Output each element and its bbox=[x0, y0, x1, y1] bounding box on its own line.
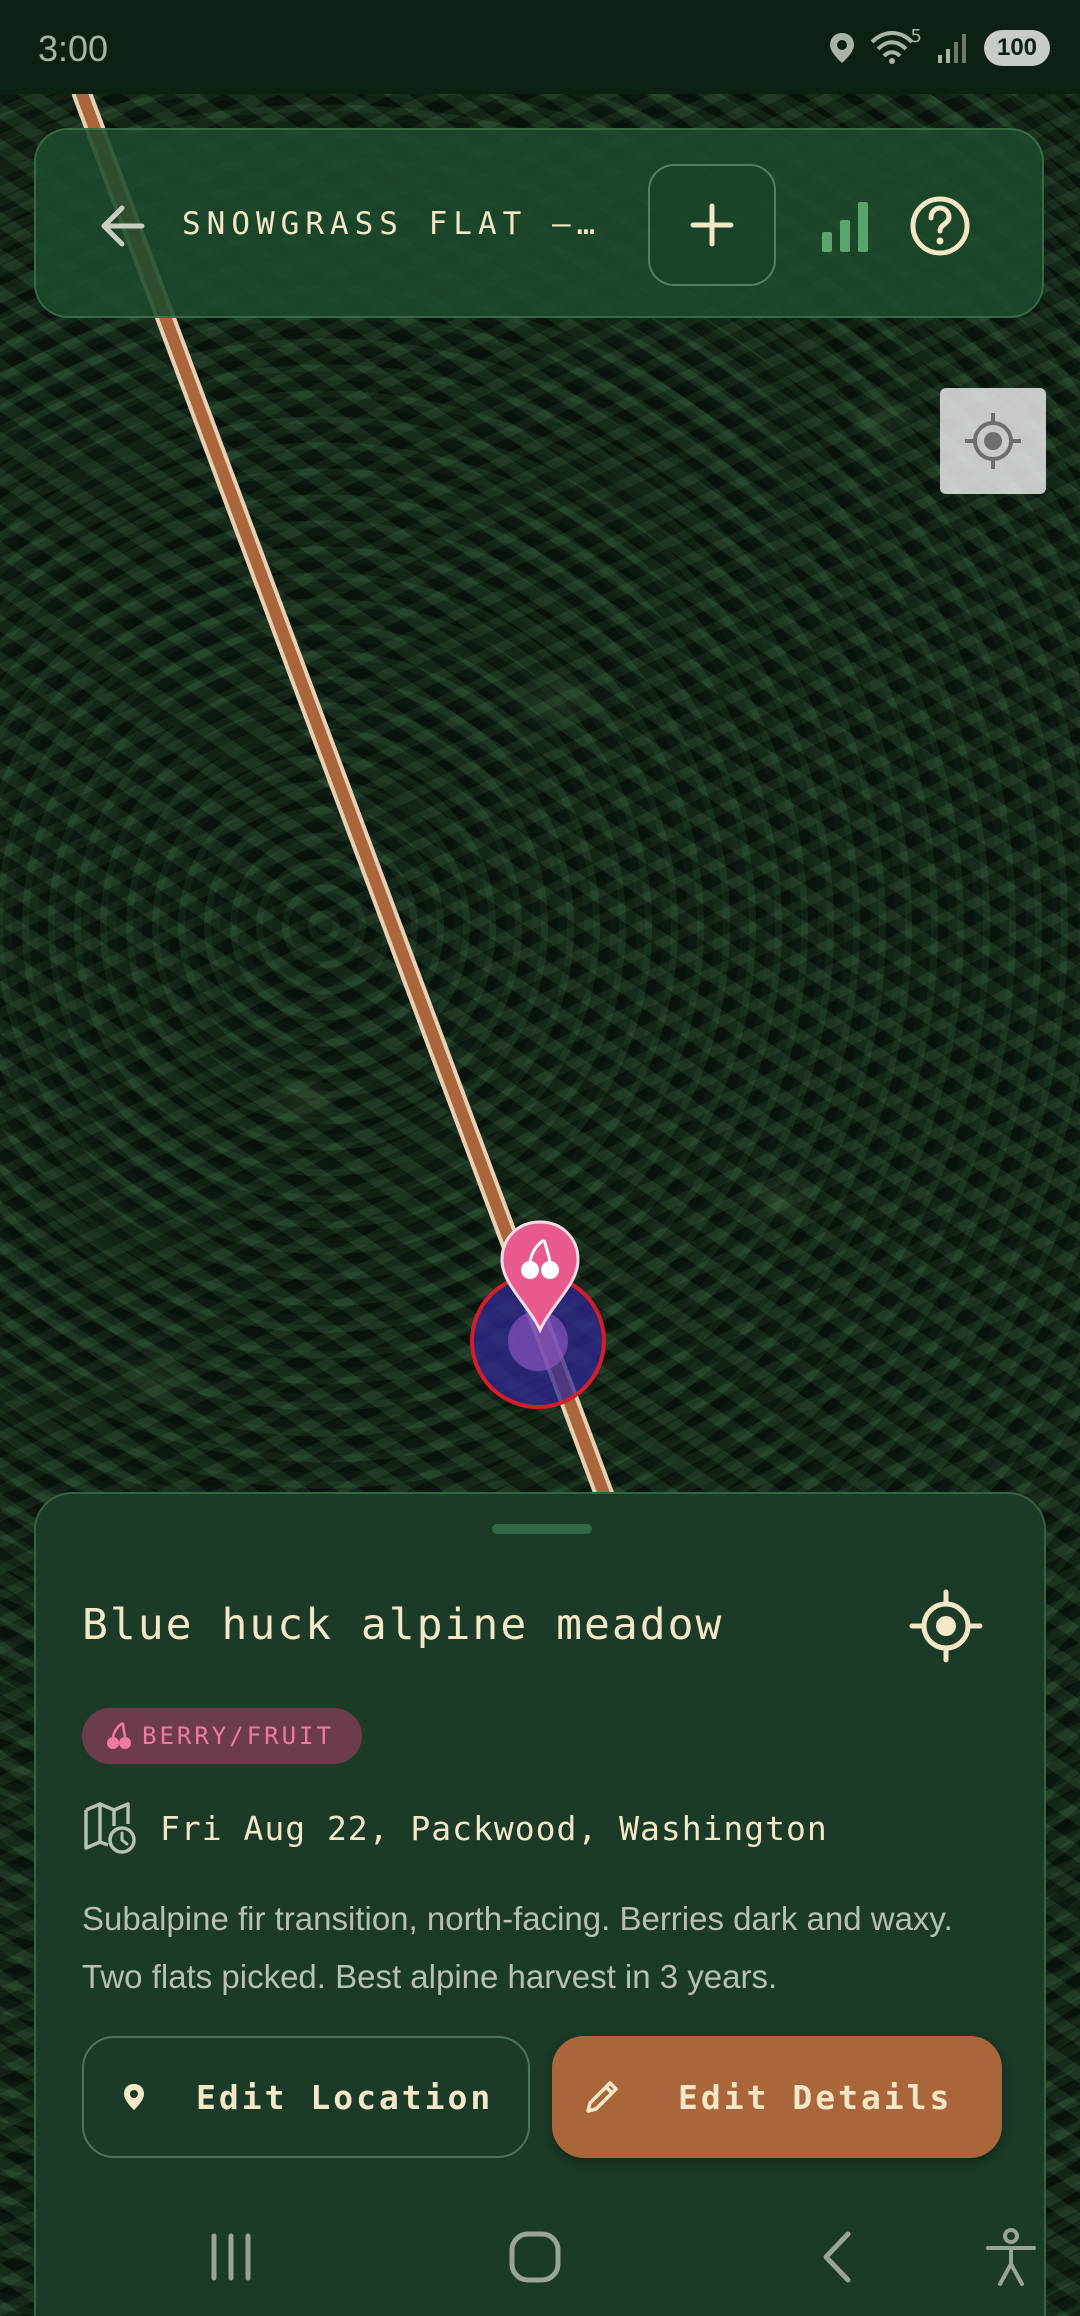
pencil-icon bbox=[586, 2081, 618, 2113]
add-spot-button[interactable] bbox=[648, 164, 776, 286]
cherry-icon bbox=[107, 1721, 131, 1749]
accessibility-icon[interactable] bbox=[976, 2222, 1046, 2292]
top-bar: SNOWGRASS FLAT –… bbox=[34, 128, 1044, 318]
location-pin-icon bbox=[124, 2084, 144, 2110]
help-circle-icon[interactable] bbox=[902, 188, 978, 264]
back-icon[interactable] bbox=[804, 2222, 874, 2292]
trip-title: SNOWGRASS FLAT –… bbox=[182, 206, 602, 242]
edit-details-button[interactable]: Edit Details bbox=[552, 2036, 1002, 2158]
wifi-icon: 5 bbox=[870, 26, 922, 66]
date-location-row: Fri Aug 22, Packwood, Washington bbox=[82, 1800, 828, 1856]
date-location-text: Fri Aug 22, Packwood, Washington bbox=[160, 1808, 828, 1848]
status-time: 3:00 bbox=[38, 28, 109, 69]
back-arrow-icon[interactable] bbox=[86, 188, 162, 264]
spot-notes: Subalpine fir transition, north-facing. … bbox=[82, 1900, 953, 1995]
sheet-drag-handle[interactable] bbox=[492, 1524, 592, 1534]
plus-icon bbox=[690, 203, 734, 247]
spot-detail-sheet: Blue huck alpine meadow BERRY/FRUIT Fri … bbox=[34, 1492, 1046, 2316]
edit-location-button[interactable]: Edit Location bbox=[82, 2036, 530, 2158]
system-nav-bar bbox=[0, 2200, 1080, 2316]
map-clock-icon bbox=[84, 1802, 136, 1854]
recent-apps-icon[interactable] bbox=[196, 2222, 266, 2292]
spot-title: Blue huck alpine meadow bbox=[82, 1600, 724, 1650]
home-icon[interactable] bbox=[500, 2222, 570, 2292]
signal-icon bbox=[938, 34, 966, 63]
location-icon bbox=[830, 33, 854, 63]
my-location-button[interactable] bbox=[940, 388, 1046, 494]
wifi-badge: 5 bbox=[910, 26, 922, 47]
edit-details-label: Edit Details bbox=[678, 2077, 953, 2117]
center-on-spot-icon[interactable] bbox=[906, 1586, 986, 1666]
edit-location-label: Edit Location bbox=[196, 2077, 494, 2117]
category-label: BERRY/FRUIT bbox=[142, 1722, 334, 1750]
spot-marker-pin[interactable] bbox=[498, 1218, 582, 1334]
crosshair-icon bbox=[965, 413, 1021, 469]
bar-chart-icon[interactable] bbox=[808, 188, 884, 264]
battery-indicator: 100 bbox=[984, 30, 1050, 66]
status-bar: 3:00 5 100 bbox=[0, 0, 1080, 94]
category-badge: BERRY/FRUIT bbox=[82, 1708, 362, 1764]
